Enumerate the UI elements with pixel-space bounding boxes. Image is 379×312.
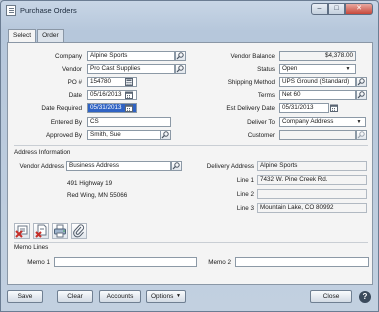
clear-button[interactable]: Clear	[57, 290, 93, 303]
company-label: Company	[55, 53, 82, 60]
chevron-down-icon: ▼	[345, 66, 351, 72]
delivery-address-label: Delivery Address	[206, 163, 254, 170]
shipping-method-label: Shipping Method	[227, 79, 275, 86]
delivery-line2-field	[257, 189, 367, 199]
entered-by-label: Entered By	[50, 119, 82, 126]
address-section-title: Address Information	[14, 149, 71, 156]
delivery-line3-field: Mountain Lake, CO 80992	[257, 203, 367, 213]
delete-document-icon	[35, 224, 47, 238]
vendor-address-line1: 491 Highway 19	[67, 180, 113, 187]
approved-by-lookup-button[interactable]	[160, 130, 171, 140]
memo1-field[interactable]	[54, 257, 197, 267]
entered-by-field[interactable]: CS	[87, 117, 171, 127]
memo1-label: Memo 1	[27, 259, 50, 266]
vendor-balance-value: $4,378.00	[279, 51, 356, 61]
search-icon	[357, 131, 365, 139]
vendor-field[interactable]: Pro Cast Supplies	[87, 64, 175, 74]
search-icon	[357, 91, 365, 99]
shipping-method-lookup-button[interactable]	[356, 77, 367, 87]
company-lookup-button[interactable]	[175, 51, 186, 61]
chevron-down-icon: ▼	[356, 119, 362, 125]
delete-row-icon	[15, 225, 28, 238]
terms-label: Terms	[257, 92, 275, 99]
tab-strip: Select Order	[8, 29, 65, 43]
po-label: PO #	[67, 79, 82, 86]
delete-document-button[interactable]	[33, 223, 49, 239]
print-button[interactable]	[52, 223, 68, 239]
maximize-button[interactable]: □	[328, 3, 345, 15]
tab-order[interactable]: Order	[37, 29, 64, 42]
attach-button[interactable]	[71, 223, 87, 239]
memo-section-title: Memo Lines	[14, 244, 49, 251]
close-window-button[interactable]: ✕	[345, 3, 373, 15]
line1-label: Line 1	[236, 177, 254, 184]
est-delivery-date-label: Est Delivery Date	[226, 105, 275, 112]
help-icon[interactable]: ?	[359, 291, 371, 303]
customer-field[interactable]	[279, 130, 356, 140]
delete-line-button[interactable]	[14, 223, 30, 239]
select-panel: Company Alpine Sports Vendor Pro Cast Su…	[7, 42, 373, 285]
est-delivery-date-field[interactable]: 05/31/2013	[279, 103, 329, 113]
window-controls: – □ ✕	[311, 3, 373, 15]
memo2-label: Memo 2	[208, 259, 231, 266]
delivery-name-field: Alpine Sports	[257, 161, 367, 171]
customer-label: Customer	[247, 132, 275, 139]
memo2-field[interactable]	[235, 257, 369, 267]
save-button[interactable]: Save	[7, 290, 43, 303]
vendor-address-lookup-button[interactable]	[171, 161, 182, 171]
delivery-line1-field: 7432 W. Pine Creek Rd.	[257, 175, 367, 185]
terms-lookup-button[interactable]	[356, 90, 367, 100]
search-icon	[172, 162, 180, 170]
date-required-label: Date Required	[41, 105, 82, 112]
minimize-button[interactable]: –	[311, 3, 328, 15]
calendar-icon[interactable]	[125, 91, 133, 99]
calendar-icon[interactable]	[125, 104, 133, 112]
deliver-to-select[interactable]: Company Address	[279, 117, 366, 127]
line3-label: Line 3	[236, 205, 254, 212]
search-icon	[357, 78, 365, 86]
title-bar: Purchase Orders – □ ✕	[1, 1, 378, 21]
close-button[interactable]: Close	[310, 290, 352, 303]
paperclip-icon	[73, 224, 85, 238]
company-field[interactable]: Alpine Sports	[87, 51, 175, 61]
tab-select[interactable]: Select	[8, 29, 37, 43]
divider	[14, 145, 368, 146]
terms-field[interactable]: Net 60	[279, 90, 356, 100]
calendar-icon[interactable]	[330, 104, 338, 112]
search-icon	[176, 52, 184, 60]
search-icon	[176, 65, 184, 73]
options-button[interactable]: Options ▼	[146, 290, 186, 303]
purchase-orders-window: Purchase Orders – □ ✕ Select Order Compa…	[0, 0, 379, 312]
search-icon	[161, 131, 169, 139]
vendor-balance-label: Vendor Balance	[230, 53, 275, 60]
vendor-address-type-field[interactable]: Business Address	[66, 161, 171, 171]
status-label: Status	[257, 66, 275, 73]
approved-by-label: Approved By	[45, 132, 82, 139]
approved-by-field[interactable]: Smith, Sue	[87, 130, 161, 140]
button-bar: Save Clear Accounts Options ▼ Close ?	[7, 290, 373, 305]
options-label: Options	[151, 293, 174, 300]
printer-icon	[54, 224, 66, 238]
deliver-to-label: Deliver To	[247, 119, 275, 126]
accounts-button[interactable]: Accounts	[99, 290, 141, 303]
document-icon	[6, 5, 16, 16]
line2-label: Line 2	[236, 191, 254, 198]
chevron-down-icon: ▼	[176, 293, 181, 299]
date-label: Date	[68, 92, 82, 99]
vendor-lookup-button[interactable]	[175, 64, 186, 74]
vendor-label: Vendor	[62, 66, 82, 73]
window-title: Purchase Orders	[20, 6, 77, 15]
vendor-address-line2: Red Wing, MN 55066	[67, 192, 128, 199]
vendor-address-label: Vendor Address	[19, 163, 64, 170]
divider	[14, 242, 368, 243]
customer-lookup-button[interactable]	[356, 130, 367, 140]
shipping-method-field[interactable]: UPS Ground (Standard)	[279, 77, 356, 87]
calculator-icon[interactable]	[125, 78, 133, 86]
